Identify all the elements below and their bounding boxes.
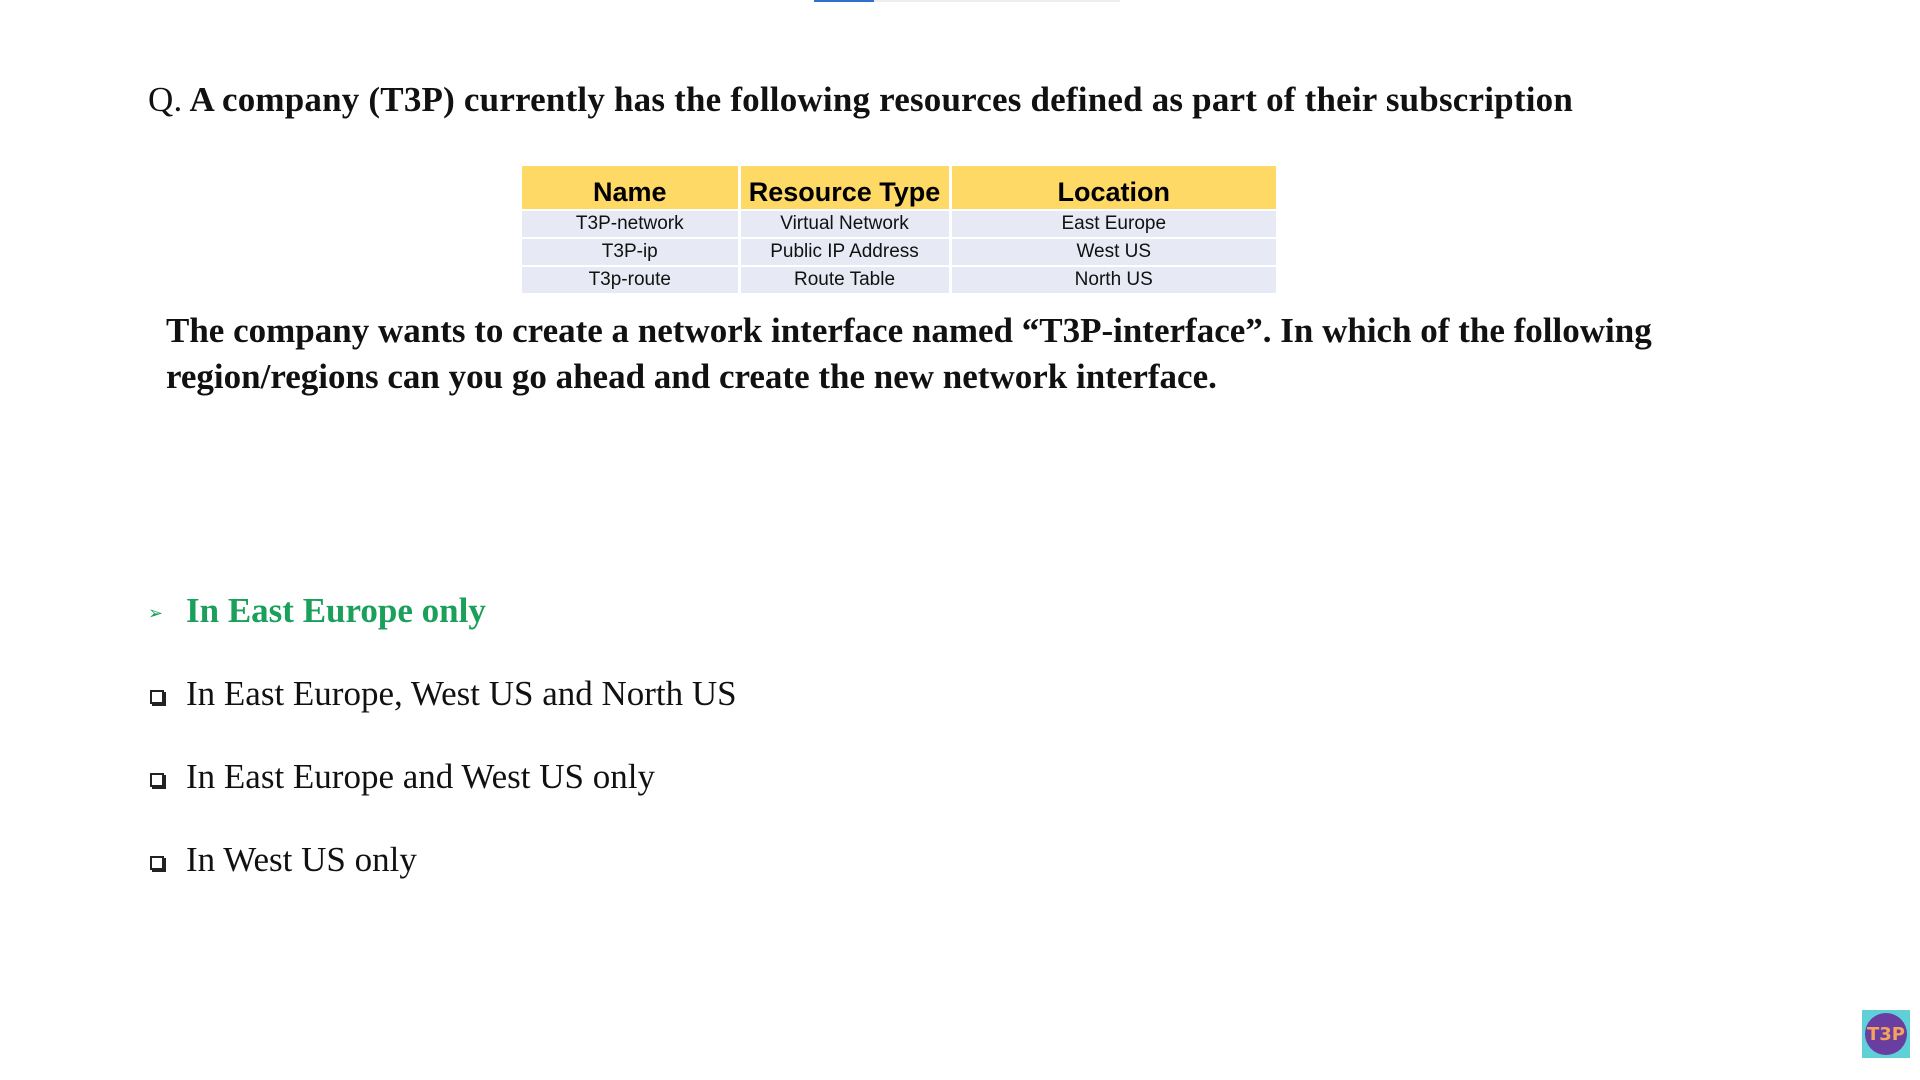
answer-text: In East Europe only [186, 591, 486, 630]
cell-resource-type: Route Table [739, 265, 952, 293]
cell-name: T3p-route [522, 265, 741, 293]
cell-resource-type: Virtual Network [739, 209, 952, 238]
checkbox-bullet-icon [150, 773, 164, 787]
answer-option: In East Europe, West US and North US [148, 673, 1348, 756]
cell-name: T3P-ip [522, 237, 741, 266]
checkbox-bullet-icon [150, 856, 164, 870]
answer-text: In East Europe and West US only [186, 757, 655, 796]
answer-options: ➢ In East Europe only In East Europe, We… [148, 590, 1348, 922]
slide-progress-accent [814, 0, 874, 2]
question-prefix: Q. [148, 80, 183, 119]
cell-location: East Europe [950, 209, 1276, 238]
answer-option: In East Europe and West US only [148, 756, 1348, 839]
t3p-logo-icon: T3P [1862, 1010, 1910, 1058]
table-row: T3p-route Route Table North US [522, 265, 1276, 293]
cell-resource-type: Public IP Address [739, 237, 952, 266]
cell-name: T3P-network [522, 209, 741, 238]
logo-badge: T3P [1865, 1013, 1907, 1055]
question-text: A company (T3P) currently has the follow… [189, 80, 1573, 119]
header-resource-type: Resource Type [739, 166, 952, 210]
answer-marker [148, 673, 186, 709]
arrow-bullet-icon: ➢ [148, 603, 164, 624]
header-location: Location [950, 166, 1276, 210]
header-name: Name [522, 166, 741, 210]
answer-marker [148, 756, 186, 792]
answer-marker [148, 839, 186, 875]
table-row: T3P-ip Public IP Address West US [522, 237, 1276, 266]
table-header-row: Name Resource Type Location [522, 166, 1276, 210]
answer-text: In West US only [186, 840, 417, 879]
answer-option: In West US only [148, 839, 1348, 922]
checkbox-bullet-icon [150, 690, 164, 704]
cell-location: West US [950, 237, 1276, 266]
question-heading: Q. A company (T3P) currently has the fol… [148, 80, 1848, 120]
answer-option-correct: ➢ In East Europe only [148, 590, 1348, 673]
resources-table: Name Resource Type Location T3P-network … [522, 166, 1276, 293]
answer-text: In East Europe, West US and North US [186, 674, 737, 713]
answer-marker: ➢ [148, 590, 186, 624]
slide-progress-bar [814, 0, 1120, 2]
table-row: T3P-network Virtual Network East Europe [522, 209, 1276, 238]
question-statement: The company wants to create a network in… [166, 311, 1652, 396]
cell-location: North US [950, 265, 1276, 293]
